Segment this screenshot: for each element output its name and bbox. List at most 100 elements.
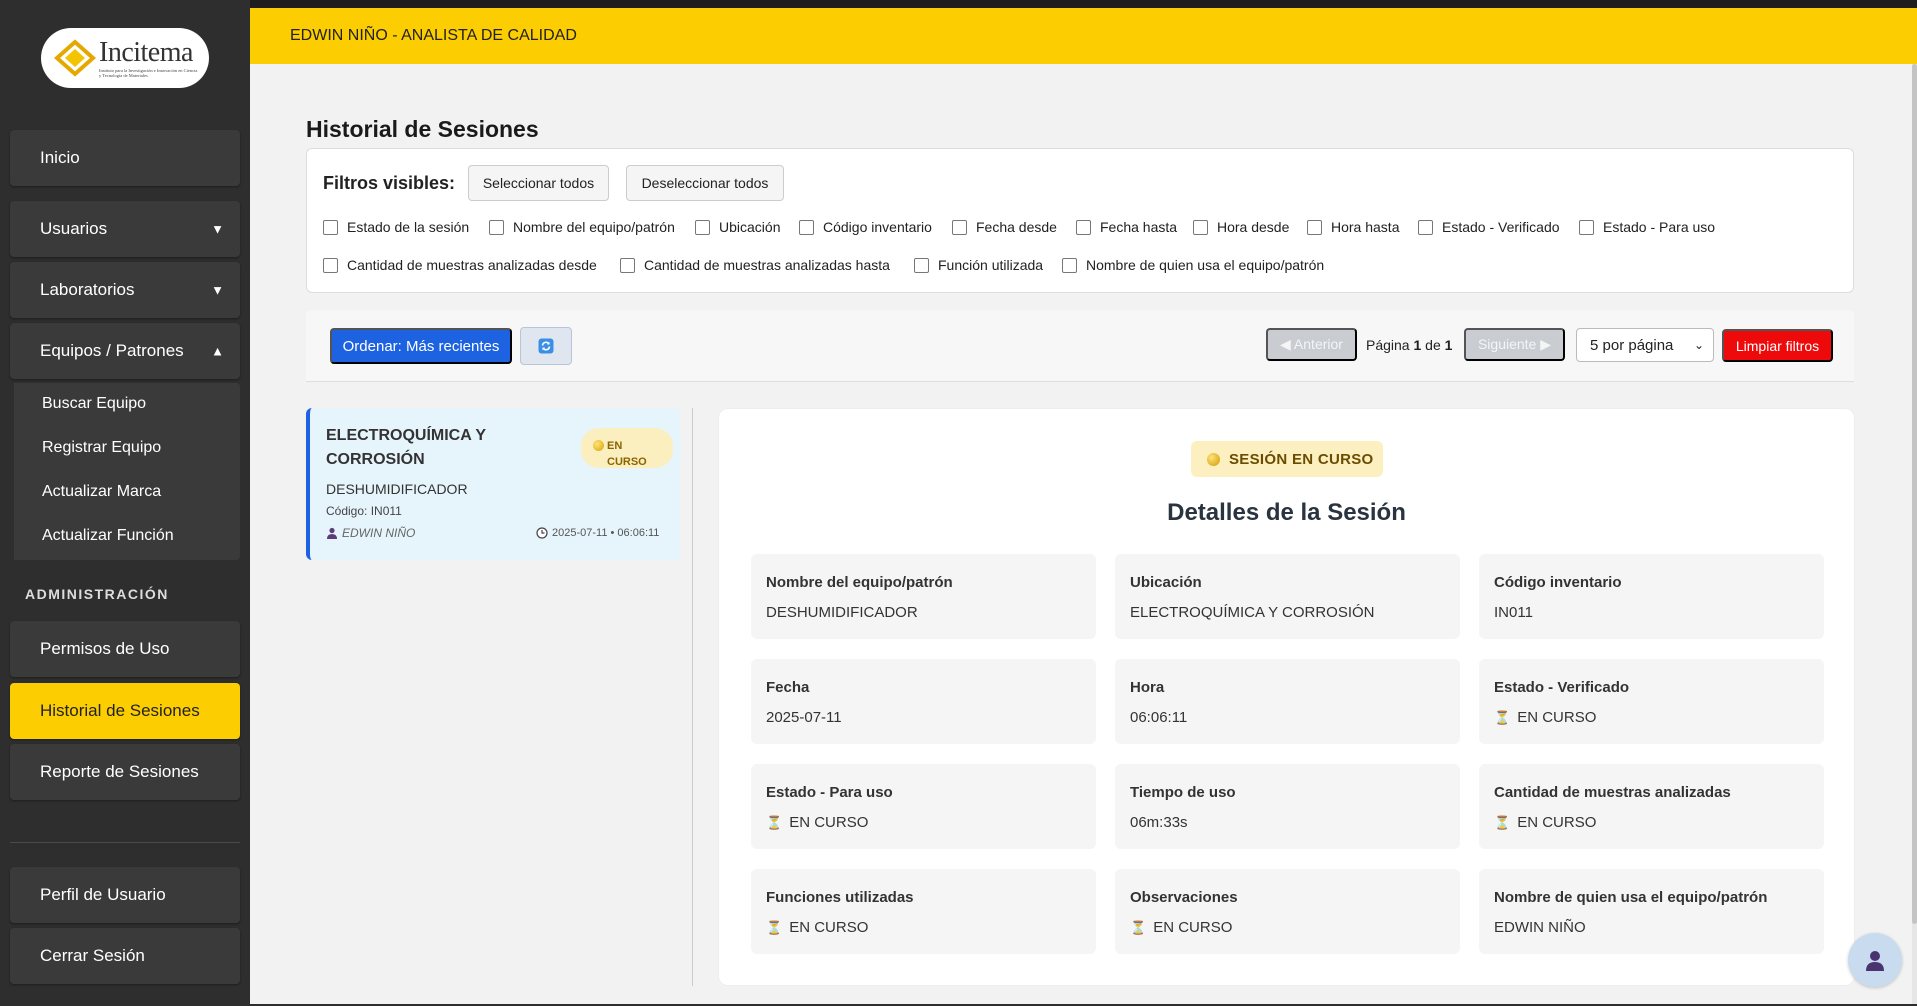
sidebar-item-historial-de-sesiones[interactable]: Historial de Sesiones <box>10 683 240 739</box>
filter-checkbox[interactable]: Estado - Para uso <box>1579 219 1715 235</box>
sidebar-item-label: Equipos / Patrones <box>40 341 184 360</box>
field-label: Cantidad de muestras analizadas <box>1494 784 1731 801</box>
field-label: Estado - Para uso <box>766 784 893 801</box>
logo-text: Incitema <box>99 37 193 68</box>
deselect-all-button[interactable]: Deseleccionar todos <box>626 165 784 201</box>
submenu-item-actualizar-funcion[interactable]: Actualizar Función <box>42 527 174 545</box>
per-page-select[interactable]: 5 por página ⌄ <box>1576 328 1714 362</box>
filter-checkbox[interactable]: Nombre del equipo/patrón <box>489 219 675 235</box>
session-datetime-text: 2025-07-11 • 06:06:11 <box>552 527 660 539</box>
filter-checkbox[interactable]: Función utilizada <box>914 257 1043 273</box>
sidebar-item-reporte-de-sesiones[interactable]: Reporte de Sesiones <box>10 744 240 800</box>
sidebar-item-equipos-patrones[interactable]: Equipos / Patrones ▲ <box>10 323 240 379</box>
filter-checkbox[interactable]: Código inventario <box>799 219 932 235</box>
clear-filters-button[interactable]: Limpiar filtros <box>1722 329 1833 362</box>
checkbox-box[interactable] <box>952 219 967 235</box>
filter-label: Código inventario <box>823 219 932 235</box>
section-label-administracion: ADMINISTRACIÓN <box>25 586 169 602</box>
checkbox-box[interactable] <box>914 257 929 273</box>
chevron-down-icon: ▼ <box>211 282 224 298</box>
checkbox-box[interactable] <box>1193 219 1208 235</box>
field-value: ⏳ EN CURSO <box>766 919 868 936</box>
status-dot-icon <box>593 440 604 451</box>
refresh-icon <box>538 338 554 354</box>
badge-line-2: CURSO <box>607 456 647 468</box>
checkbox-box[interactable] <box>620 257 635 273</box>
hourglass-icon: ⏳ <box>766 919 783 935</box>
checkbox-box[interactable] <box>1418 219 1433 235</box>
pagination-prefix: Página <box>1366 337 1410 353</box>
checkbox-box[interactable] <box>323 257 338 273</box>
field-value-text: ELECTROQUÍMICA Y CORROSIÓN <box>1130 604 1375 621</box>
field-value: IN011 <box>1494 604 1533 621</box>
checkbox-box[interactable] <box>695 219 710 235</box>
user-avatar-button[interactable] <box>1848 933 1902 987</box>
field-value-text: IN011 <box>1494 604 1533 621</box>
filter-checkbox[interactable]: Fecha desde <box>952 219 1057 235</box>
sidebar-item-cerrar-sesion[interactable]: Cerrar Sesión <box>10 928 240 984</box>
window-top-strip <box>250 0 1917 8</box>
filter-checkbox[interactable]: Fecha hasta <box>1076 219 1177 235</box>
filter-checkbox[interactable]: Ubicación <box>695 219 780 235</box>
select-all-button[interactable]: Seleccionar todos <box>468 165 609 201</box>
sidebar: Incitema Instituto para la Investigación… <box>0 0 250 1006</box>
previous-page-button[interactable]: ◀ Anterior <box>1266 328 1357 361</box>
field-value: ELECTROQUÍMICA Y CORROSIÓN <box>1130 604 1375 621</box>
filter-checkbox[interactable]: Estado de la sesión <box>323 219 469 235</box>
sidebar-item-label: Historial de Sesiones <box>40 701 200 720</box>
sidebar-item-permisos-de-uso[interactable]: Permisos de Uso <box>10 621 240 677</box>
sidebar-item-inicio[interactable]: Inicio <box>10 130 240 186</box>
submenu-item-registrar-equipo[interactable]: Registrar Equipo <box>42 439 161 457</box>
logo-subtitle: Instituto para la Investigación e Innova… <box>99 68 198 78</box>
filter-checkbox[interactable]: Nombre de quien usa el equipo/patrón <box>1062 257 1324 273</box>
sort-button[interactable]: Ordenar: Más recientes <box>330 328 512 364</box>
checkbox-box[interactable] <box>323 219 338 235</box>
hourglass-icon: ⏳ <box>1494 814 1511 830</box>
filter-checkbox[interactable]: Hora hasta <box>1307 219 1399 235</box>
filter-label: Estado - Verificado <box>1442 219 1560 235</box>
refresh-button[interactable] <box>520 327 572 365</box>
session-list-item[interactable]: ELECTROQUÍMICA Y CORROSIÓN EN CURSO DESH… <box>306 408 680 560</box>
pagination-info: Página 1 de 1 <box>1366 337 1452 353</box>
field-value: 06:06:11 <box>1130 709 1187 726</box>
field-value: ⏳ EN CURSO <box>1494 814 1596 831</box>
sidebar-item-laboratorios[interactable]: Laboratorios ▼ <box>10 262 240 318</box>
sidebar-item-perfil-de-usuario[interactable]: Perfil de Usuario <box>10 867 240 923</box>
pagination-of: de <box>1425 337 1441 353</box>
checkbox-box[interactable] <box>799 219 814 235</box>
filter-checkbox[interactable]: Cantidad de muestras analizadas desde <box>323 257 597 273</box>
field-value-text: EDWIN NIÑO <box>1494 919 1586 936</box>
sidebar-item-usuarios[interactable]: Usuarios ▼ <box>10 201 240 257</box>
detail-title: Detalles de la Sesión <box>1167 499 1406 526</box>
field-label: Ubicación <box>1130 574 1202 591</box>
filters-panel: Filtros visibles: Seleccionar todos Dese… <box>306 148 1854 293</box>
logo[interactable]: Incitema Instituto para la Investigación… <box>41 28 209 88</box>
page-title: Historial de Sesiones <box>306 116 539 142</box>
field-value: ⏳ EN CURSO <box>1130 919 1232 936</box>
sidebar-item-label: Reporte de Sesiones <box>40 762 199 781</box>
filter-checkbox[interactable]: Estado - Verificado <box>1418 219 1560 235</box>
filter-checkbox[interactable]: Cantidad de muestras analizadas hasta <box>620 257 890 273</box>
field-label: Observaciones <box>1130 889 1238 906</box>
submenu-item-buscar-equipo[interactable]: Buscar Equipo <box>42 395 146 413</box>
field-label: Código inventario <box>1494 574 1622 591</box>
checkbox-box[interactable] <box>489 219 504 235</box>
checkbox-box[interactable] <box>1076 219 1091 235</box>
filter-checkbox[interactable]: Hora desde <box>1193 219 1289 235</box>
field-value-text: 06m:33s <box>1130 814 1188 831</box>
chevron-down-icon: ⌄ <box>1693 338 1704 352</box>
next-page-button[interactable]: Siguiente ▶ <box>1464 328 1565 361</box>
checkbox-box[interactable] <box>1579 219 1594 235</box>
field-value-text: 2025-07-11 <box>766 709 842 726</box>
pagination-current: 1 <box>1413 337 1422 353</box>
field-label: Estado - Verificado <box>1494 679 1630 696</box>
submenu-item-actualizar-marca[interactable]: Actualizar Marca <box>42 483 161 501</box>
detail-field: Observaciones ⏳ EN CURSO <box>1115 869 1460 954</box>
hourglass-icon: ⏳ <box>1130 919 1147 935</box>
field-value-text: DESHUMIDIFICADOR <box>766 604 918 621</box>
status-dot-icon <box>1207 453 1220 466</box>
results-toolbar: Ordenar: Más recientes ◀ Anterior Página… <box>306 310 1854 382</box>
checkbox-box[interactable] <box>1062 257 1077 273</box>
scrollbar-thumb[interactable] <box>1912 64 1917 924</box>
checkbox-box[interactable] <box>1307 219 1322 235</box>
